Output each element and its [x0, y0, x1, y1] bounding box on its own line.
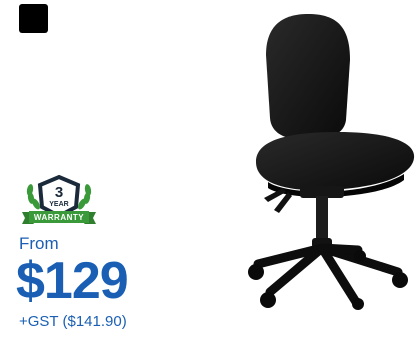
price-prefix: From	[19, 234, 59, 253]
office-chair-image	[248, 14, 415, 310]
color-swatch-black[interactable]	[19, 4, 48, 33]
warranty-label: WARRANTY	[34, 213, 84, 222]
warranty-number: 3	[55, 184, 63, 201]
price: $129	[16, 252, 129, 310]
warranty-badge: 3 YEAR WARRANTY	[22, 174, 96, 224]
warranty-unit: YEAR	[49, 201, 68, 208]
price-with-gst: +GST ($141.90)	[19, 313, 127, 330]
